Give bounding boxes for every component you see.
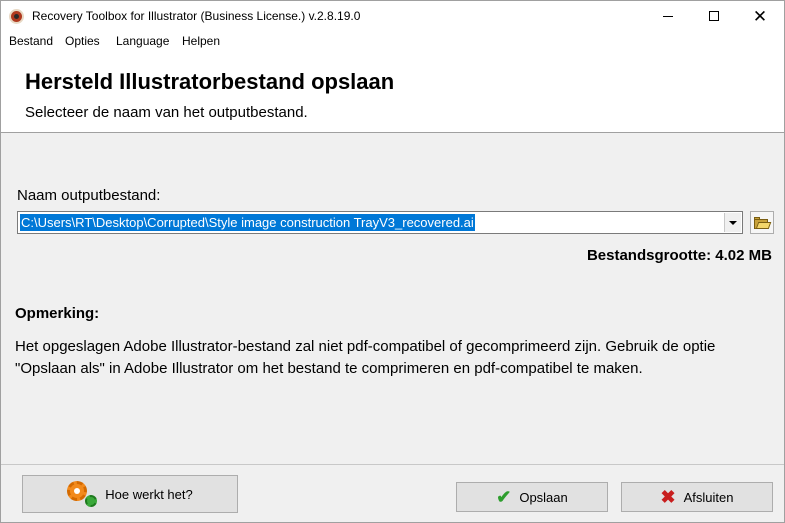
chevron-down-icon[interactable]	[724, 213, 741, 232]
menu-item-bestand[interactable]: Bestand	[9, 34, 53, 48]
close-window-button[interactable]: ✕	[737, 1, 783, 31]
note-heading: Opmerking:	[15, 305, 100, 322]
gears-icon	[67, 481, 98, 507]
minimize-icon	[663, 15, 673, 17]
output-filename-label: Naam outputbestand:	[17, 187, 161, 204]
note-text: Het opgeslagen Adobe Illustrator-bestand…	[15, 338, 716, 377]
menu-item-helpen[interactable]: Helpen	[182, 34, 220, 48]
window-title: Recovery Toolbox for Illustrator (Busine…	[32, 9, 361, 23]
output-filename-combobox[interactable]: C:\Users\RT\Desktop\Corrupted\Style imag…	[17, 211, 743, 234]
folder-open-icon	[754, 216, 772, 229]
title-bar[interactable]: Recovery Toolbox for Illustrator (Busine…	[1, 1, 784, 31]
menu-bar: Bestand Opties Language Helpen	[1, 31, 784, 52]
browse-button[interactable]	[750, 211, 774, 234]
menu-item-opties[interactable]: Opties	[65, 34, 100, 48]
file-size-label: Bestandsgrootte: 4.02 MB	[586, 247, 772, 264]
button-bar: Hoe werkt het? ✔ Opslaan ✖ Afsluiten	[1, 464, 784, 522]
check-icon: ✔	[496, 486, 512, 507]
maximize-icon	[709, 11, 719, 21]
exit-button[interactable]: ✖ Afsluiten	[621, 482, 773, 512]
maximize-button[interactable]	[691, 1, 737, 31]
main-content: Naam outputbestand: C:\Users\RT\Desktop\…	[1, 134, 784, 464]
exit-label: Afsluiten	[683, 489, 734, 505]
save-button[interactable]: ✔ Opslaan	[456, 482, 608, 512]
close-icon: ✕	[752, 6, 768, 26]
how-it-works-button[interactable]: Hoe werkt het?	[22, 475, 238, 513]
page-subtitle: Selecteer de naam van het outputbestand.	[25, 104, 308, 121]
save-label: Opslaan	[519, 489, 568, 505]
page-title: Hersteld Illustratorbestand opslaan	[25, 69, 395, 94]
menu-item-language[interactable]: Language	[116, 34, 169, 48]
output-filename-value[interactable]: C:\Users\RT\Desktop\Corrupted\Style imag…	[20, 214, 475, 231]
x-icon: ✖	[660, 486, 676, 507]
how-it-works-label: Hoe werkt het?	[105, 486, 193, 502]
wizard-header: Hersteld Illustratorbestand opslaan Sele…	[1, 52, 784, 133]
app-window: Recovery Toolbox for Illustrator (Busine…	[0, 0, 785, 523]
minimize-button[interactable]	[645, 1, 691, 31]
app-icon	[9, 9, 24, 24]
